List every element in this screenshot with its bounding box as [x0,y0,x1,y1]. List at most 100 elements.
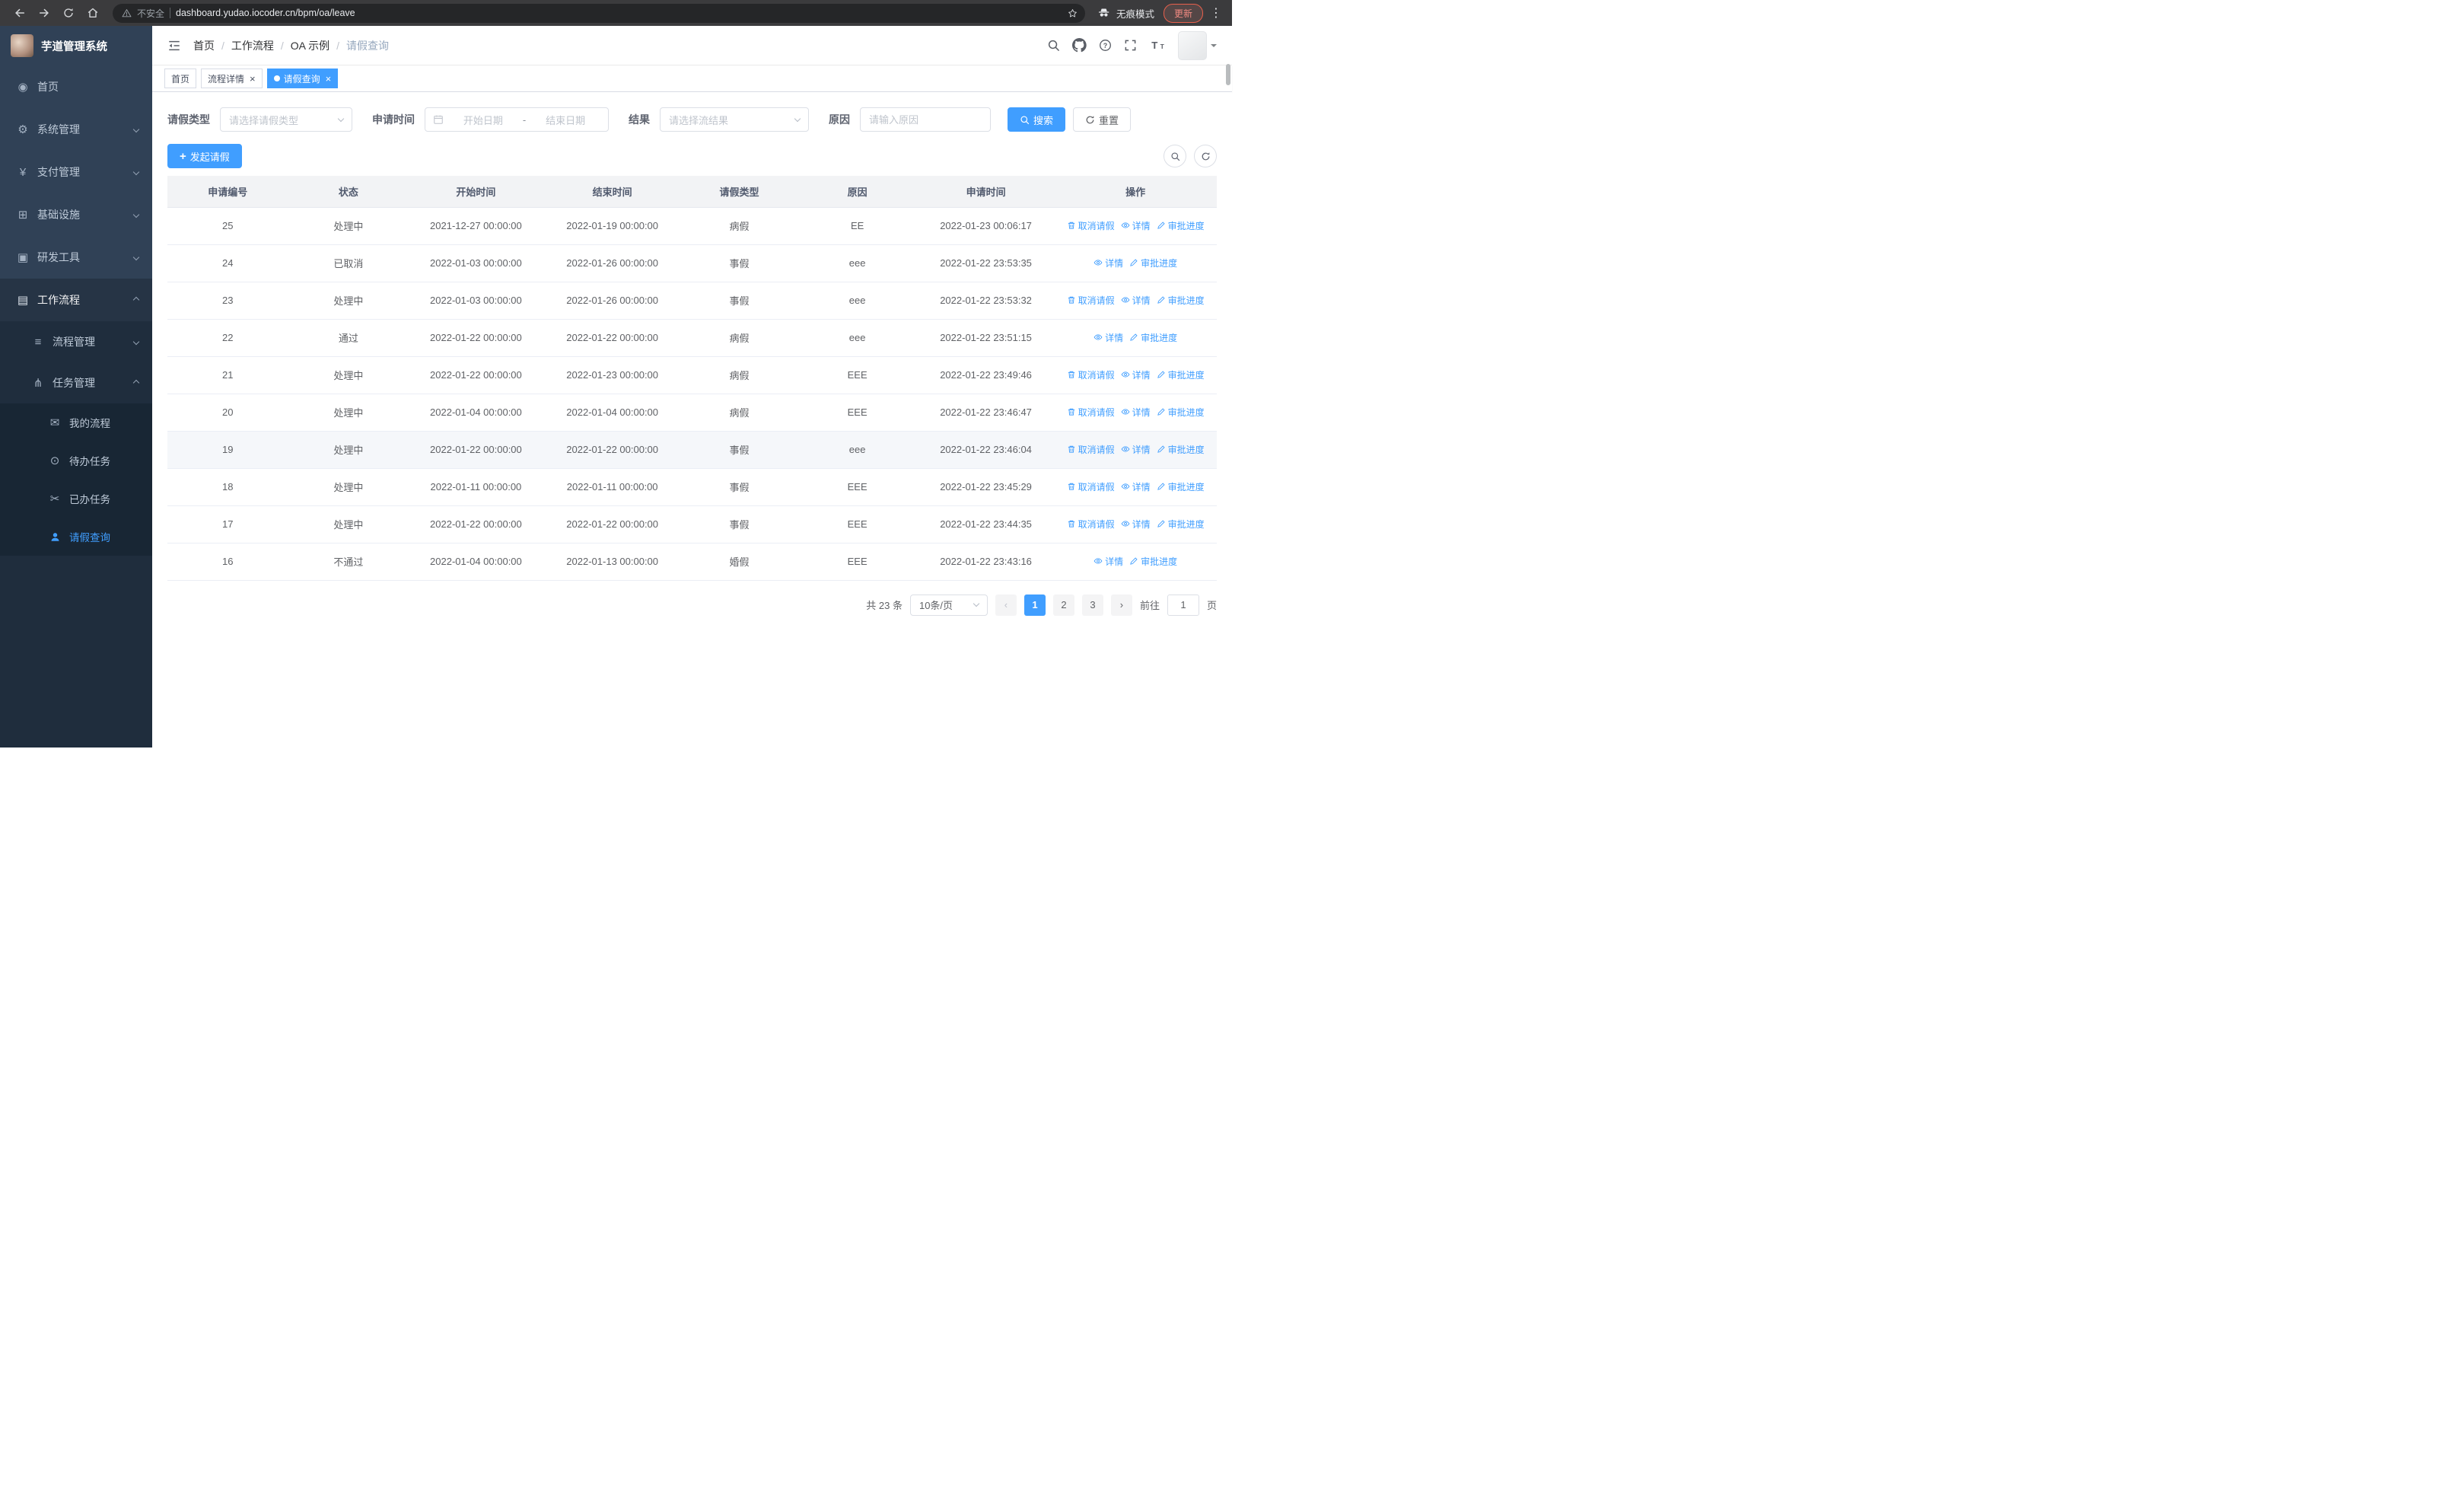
action-detail-link[interactable]: 详情 [1094,555,1123,568]
home-button[interactable] [82,2,103,24]
next-page-button[interactable]: › [1110,594,1132,616]
tab-1[interactable]: 首页 [164,69,197,88]
tab-close-icon[interactable]: × [250,74,256,84]
action-cancel-link[interactable]: 取消请假 [1067,518,1115,531]
column-type: 请假类型 [681,176,797,208]
action-detail-link[interactable]: 详情 [1121,368,1151,381]
action-progress-link[interactable]: 审批进度 [1157,443,1205,456]
goto-page-input[interactable] [1167,594,1199,616]
navbar: 首页 / 工作流程 / OA 示例 / 请假查询 ? TT [152,26,1232,65]
cell-type: 事假 [681,505,797,543]
menu-label: 流程管理 [53,336,95,348]
apply-time-range-picker[interactable]: 开始日期 - 结束日期 [425,107,609,132]
sidebar-item-6[interactable]: ▤ 工作流程 [0,279,152,321]
menu-label: 首页 [37,81,59,93]
cell-end: 2022-01-22 00:00:00 [543,431,682,469]
submenu-item-2[interactable]: ⋔ 任务管理 [0,362,152,403]
github-icon[interactable] [1072,38,1087,53]
action-cancel-link[interactable]: 取消请假 [1067,219,1115,232]
page-button-3[interactable]: 3 [1081,594,1103,616]
table-row: 21 处理中 2022-01-22 00:00:00 2022-01-23 00:00… [167,356,1217,394]
sidebar-collapse-icon[interactable] [167,39,181,53]
action-label: 审批进度 [1141,332,1178,343]
breadcrumb-item[interactable]: 首页 [193,38,215,53]
progress-icon [1129,333,1138,342]
help-icon[interactable]: ? [1099,39,1112,52]
leave-type-select[interactable]: 请选择请假类型 [220,107,352,132]
create-leave-button[interactable]: + 发起请假 [167,144,242,168]
app-logo[interactable]: 芋道管理系统 [0,26,152,65]
refresh-table-button[interactable] [1194,145,1217,167]
action-progress-link[interactable]: 审批进度 [1157,406,1205,419]
action-progress-link[interactable]: 审批进度 [1157,368,1205,381]
result-select[interactable]: 请选择流结果 [660,107,809,132]
submenu-item-5[interactable]: ✂ 已办任务 [0,480,152,518]
action-cancel-link[interactable]: 取消请假 [1067,406,1115,419]
action-detail-link[interactable]: 详情 [1121,406,1151,419]
leave-type-label: 请假类型 [167,113,210,126]
page-button-1[interactable]: 1 [1023,594,1046,616]
action-cancel-link[interactable]: 取消请假 [1067,368,1115,381]
menu-dots-icon[interactable]: ⋮ [1209,2,1223,24]
action-detail-link[interactable]: 详情 [1121,518,1151,531]
reason-input[interactable] [860,107,991,132]
prev-page-button[interactable]: ‹ [995,594,1017,616]
page-button-2[interactable]: 2 [1052,594,1074,616]
reset-button[interactable]: 重置 [1073,107,1132,132]
fullscreen-icon[interactable] [1124,39,1137,52]
action-progress-link[interactable]: 审批进度 [1157,219,1205,232]
filter-form: 请假类型 请选择请假类型 申请时间 开始日期 - 结束日期 结果 请选择流结果 [167,107,1217,132]
action-progress-link[interactable]: 审批进度 [1157,518,1205,531]
scissors-icon: ✂ [49,492,60,505]
sidebar-item-4[interactable]: ⊞ 基础设施 [0,193,152,236]
sidebar-item-1[interactable]: ◉ 首页 [0,65,152,108]
cell-applied: 2022-01-23 00:06:17 [917,207,1055,245]
user-icon [47,531,62,543]
action-cancel-link[interactable]: 取消请假 [1067,294,1115,307]
action-detail-link[interactable]: 详情 [1121,480,1151,493]
submenu-item-6[interactable]: 请假查询 [0,518,152,556]
submenu-item-1[interactable]: ≡ 流程管理 [0,321,152,362]
action-progress-link[interactable]: 审批进度 [1157,480,1205,493]
action-detail-link[interactable]: 详情 [1094,257,1123,269]
action-detail-link[interactable]: 详情 [1121,219,1151,232]
breadcrumb-item[interactable]: OA 示例 [291,38,329,53]
sidebar-item-3[interactable]: ¥ 支付管理 [0,151,152,193]
search-icon[interactable] [1047,39,1060,52]
tab-2[interactable]: 流程详情 × [201,69,263,88]
sidebar-item-2[interactable]: ⚙ 系统管理 [0,108,152,151]
submenu-item-3[interactable]: ✉ 我的流程 [0,403,152,441]
action-cancel-link[interactable]: 取消请假 [1067,480,1115,493]
toggle-search-button[interactable] [1164,145,1186,167]
action-progress-link[interactable]: 审批进度 [1129,257,1177,269]
chevron-down-icon [132,338,140,346]
progress-icon [1129,258,1138,267]
action-detail-link[interactable]: 详情 [1121,294,1151,307]
update-button[interactable]: 更新 [1163,3,1203,23]
tab-close-icon[interactable]: × [326,74,332,84]
breadcrumb-item[interactable]: 工作流程 [231,38,274,53]
submenu-item-4[interactable]: ⊙ 待办任务 [0,441,152,480]
forward-button[interactable] [33,2,55,24]
scrollbar-thumb[interactable] [1226,64,1230,85]
cell-end: 2022-01-22 00:00:00 [543,505,682,543]
cell-applied: 2022-01-22 23:53:35 [917,244,1055,282]
user-avatar[interactable] [1178,30,1217,60]
action-detail-link[interactable]: 详情 [1094,331,1123,344]
action-progress-link[interactable]: 审批进度 [1129,331,1177,344]
action-progress-link[interactable]: 审批进度 [1129,555,1177,568]
tab-3[interactable]: 请假查询 × [266,69,339,88]
back-button[interactable] [9,2,30,24]
sidebar-item-5[interactable]: ▣ 研发工具 [0,236,152,279]
action-detail-link[interactable]: 详情 [1121,443,1151,456]
action-cancel-link[interactable]: 取消请假 [1067,443,1115,456]
font-size-icon[interactable]: TT [1149,39,1166,52]
search-button[interactable]: 搜索 [1008,107,1066,132]
address-bar[interactable]: 不安全 dashboard.yudao.iocoder.cn/bpm/oa/le… [113,3,1085,23]
page-size-select[interactable]: 10条/页 [909,594,988,616]
action-progress-link[interactable]: 审批进度 [1157,294,1205,307]
security-label: 不安全 [137,8,165,19]
reload-button[interactable] [58,2,79,24]
cell-type: 病假 [681,207,797,245]
bookmark-star-icon[interactable] [1064,4,1082,22]
